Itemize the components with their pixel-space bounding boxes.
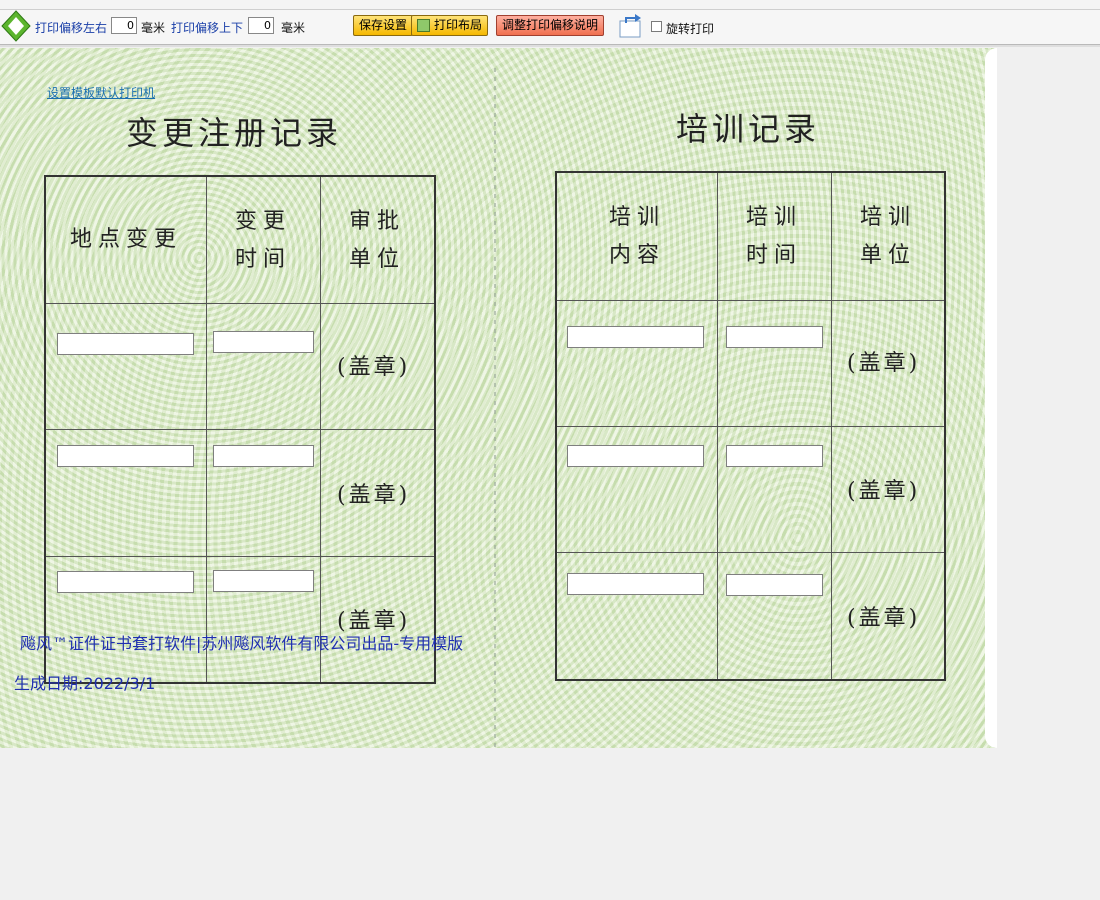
header-training-time: 培训 时间	[745, 205, 802, 268]
print-layout-label: 打印布局	[434, 18, 483, 32]
book-spine	[494, 68, 496, 748]
registration-change-table: 地点变更 变更 时间 审批 单位 (盖章) (盖章) (盖章)	[44, 175, 436, 684]
offset-top-label: 打印偏移上下	[171, 21, 244, 35]
row-divider	[46, 556, 434, 557]
offset-top-input[interactable]	[248, 17, 274, 34]
header-training-unit: 培训 单位	[859, 205, 916, 268]
location-field-2[interactable]	[57, 445, 194, 467]
offset-left-input[interactable]	[111, 17, 137, 34]
stamp-placeholder: (盖章)	[337, 483, 411, 508]
generation-date-text: 生成日期:2022/3/1	[14, 674, 156, 693]
offset-left-label: 打印偏移左右	[35, 21, 108, 35]
adjust-offset-help-button[interactable]: 调整打印偏移说明	[496, 15, 605, 36]
software-credit-text: 飚风™证件证书套打软件|苏州飚风软件有限公司出品-专用模版	[20, 634, 464, 653]
menu-bar-strip	[0, 0, 1100, 10]
training-content-field-3[interactable]	[567, 573, 704, 595]
stamp-placeholder: (盖章)	[847, 479, 921, 504]
training-content-field-2[interactable]	[567, 445, 704, 467]
offset-top-unit: 毫米	[281, 21, 306, 35]
training-content-field-1[interactable]	[567, 326, 704, 348]
right-page-title: 培训记录	[676, 110, 821, 148]
page-edge	[985, 48, 997, 748]
training-time-field-2[interactable]	[726, 445, 823, 467]
training-record-table: 培训 内容 培训 时间 培训 单位 (盖章) (盖章) (盖章)	[555, 171, 946, 681]
rotate-icon[interactable]	[618, 13, 644, 39]
row-divider	[557, 426, 944, 427]
stamp-placeholder: (盖章)	[847, 606, 921, 631]
header-training-content: 培训 内容	[608, 205, 665, 268]
print-layout-button[interactable]: 打印布局	[411, 15, 489, 36]
left-page-title: 变更注册记录	[126, 114, 343, 152]
print-toolbar: 打印偏移左右 毫米 打印偏移上下 毫米 保存设置 打印布局 调整打印偏移说明 旋…	[0, 10, 1100, 45]
certificate-template-page: 设置模板默认打印机 变更注册记录 培训记录 地点变更 变更 时间 审批 单位 (…	[0, 48, 997, 748]
time-field-3[interactable]	[213, 570, 314, 592]
row-divider	[557, 300, 944, 301]
stamp-placeholder: (盖章)	[847, 351, 921, 376]
time-field-2[interactable]	[213, 445, 314, 467]
row-divider	[46, 303, 434, 304]
rotate-print-checkbox[interactable]	[651, 21, 662, 32]
header-change-time: 变更 时间	[234, 209, 291, 272]
time-field-1[interactable]	[213, 331, 314, 353]
toolbar-divider	[0, 45, 1100, 47]
row-divider	[557, 552, 944, 553]
training-time-field-1[interactable]	[726, 326, 823, 348]
move-arrows-icon[interactable]	[1, 10, 31, 42]
save-settings-button[interactable]: 保存设置	[353, 15, 414, 36]
location-field-1[interactable]	[57, 333, 194, 355]
stamp-placeholder: (盖章)	[337, 355, 411, 380]
offset-left-unit: 毫米	[141, 21, 166, 35]
location-field-3[interactable]	[57, 571, 194, 593]
set-default-printer-link[interactable]: 设置模板默认打印机	[47, 84, 155, 101]
row-divider	[46, 429, 434, 430]
header-location-change: 地点变更	[69, 227, 182, 252]
rotate-print-label: 旋转打印	[666, 22, 715, 36]
header-approval-unit: 审批 单位	[348, 209, 405, 272]
training-time-field-3[interactable]	[726, 574, 823, 596]
layout-icon	[417, 19, 430, 32]
